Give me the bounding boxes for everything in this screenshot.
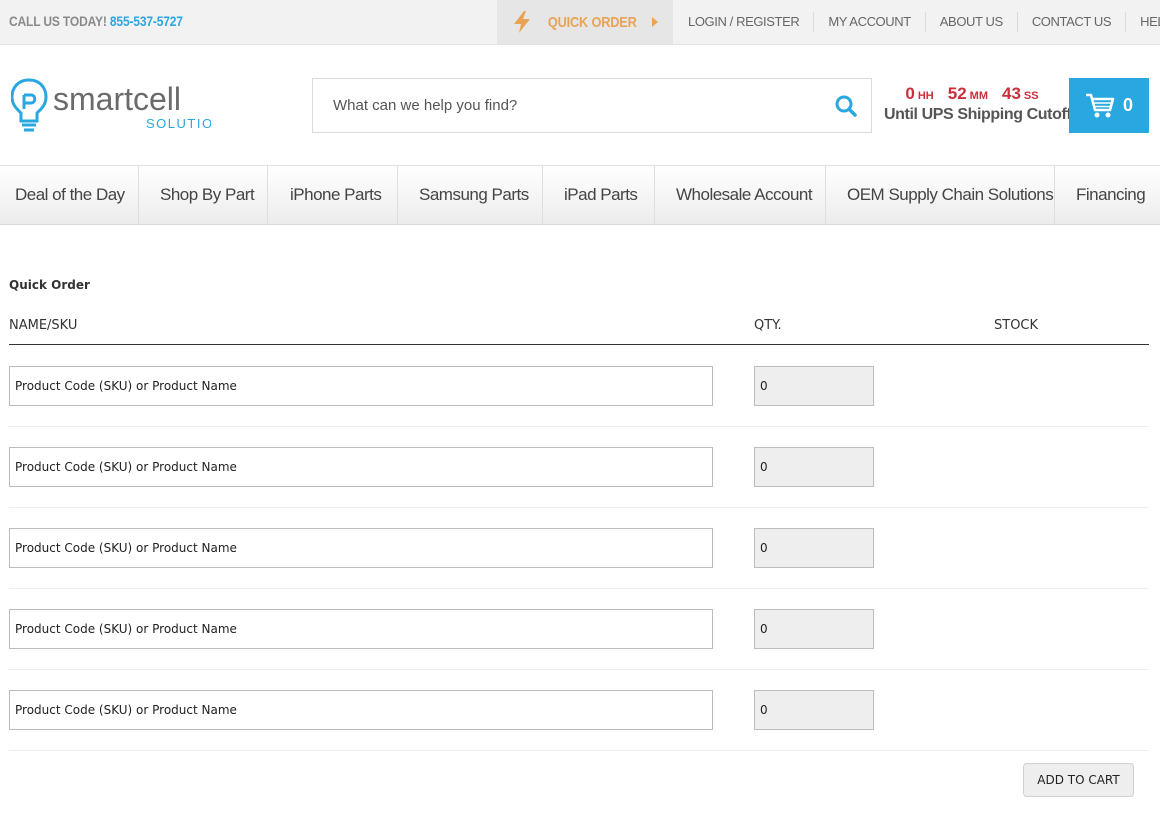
nav-divider <box>654 166 655 224</box>
nav-iphone-parts[interactable]: iPhone Parts <box>290 166 382 224</box>
contact-us-link[interactable]: CONTACT US <box>1018 12 1127 32</box>
nav-divider <box>267 166 268 224</box>
shopping-cart-icon <box>1085 93 1115 117</box>
main-nav: Deal of the Day Shop By Part iPhone Part… <box>0 165 1160 225</box>
search-box <box>312 78 872 133</box>
logo-wordmark: smartcell <box>53 81 181 117</box>
nav-divider <box>138 166 139 224</box>
column-header-name-sku: NAME/SKU <box>9 318 78 333</box>
my-account-link[interactable]: MY ACCOUNT <box>814 12 926 32</box>
call-us-label: CALL US TODAY! <box>9 13 107 29</box>
shipping-countdown: 0 HH 52 MM 43 SS Until UPS Shipping Cutoff <box>884 84 1072 124</box>
nav-financing[interactable]: Financing <box>1076 166 1146 224</box>
caret-right-icon <box>652 17 659 27</box>
header-divider <box>9 344 1149 345</box>
nav-ipad-parts[interactable]: iPad Parts <box>564 166 638 224</box>
logo-tagline: SOLUTIONS <box>146 116 211 131</box>
logo-graphic: smartcell SOLUTIONS <box>10 78 233 132</box>
product-sku-input[interactable] <box>9 366 713 406</box>
quick-order-row <box>9 508 1149 589</box>
product-sku-input[interactable] <box>9 690 713 730</box>
login-register-link[interactable]: LOGIN / REGISTER <box>674 12 815 32</box>
search-icon[interactable] <box>835 95 857 117</box>
column-header-qty: QTY. <box>754 318 782 333</box>
quick-order-row <box>9 427 1149 508</box>
lightning-bolt-icon <box>513 11 530 33</box>
column-header-stock: STOCK <box>994 318 1039 333</box>
product-sku-input[interactable] <box>9 528 713 568</box>
quick-order-row <box>9 670 1149 751</box>
top-links: LOGIN / REGISTER MY ACCOUNT ABOUT US CON… <box>674 0 1160 44</box>
phone-number-link[interactable]: 855-537-5727 <box>110 13 183 29</box>
quick-order-row <box>9 589 1149 670</box>
cart-count: 0 <box>1122 95 1133 115</box>
nav-deal-of-the-day[interactable]: Deal of the Day <box>15 166 125 224</box>
quick-order-title: Quick Order <box>9 278 90 292</box>
nav-oem-supply-chain[interactable]: OEM Supply Chain Solutions <box>847 166 1054 224</box>
call-us: CALL US TODAY! 855-537-5727 <box>9 13 183 29</box>
help-faq-link[interactable]: HELP/FAQ <box>1126 12 1160 32</box>
quick-order-row <box>9 346 1149 427</box>
nav-shop-by-part[interactable]: Shop By Part <box>160 166 255 224</box>
quantity-input[interactable] <box>754 690 874 730</box>
search-input[interactable] <box>313 79 813 132</box>
nav-wholesale-account[interactable]: Wholesale Account <box>676 166 813 224</box>
countdown-minutes: 52 <box>947 84 967 103</box>
product-sku-input[interactable] <box>9 609 713 649</box>
countdown-seconds: 43 <box>1002 84 1021 103</box>
quantity-input[interactable] <box>754 528 874 568</box>
nav-samsung-parts[interactable]: Samsung Parts <box>419 166 529 224</box>
quantity-input[interactable] <box>754 366 874 406</box>
nav-divider <box>825 166 826 224</box>
quick-order-button[interactable]: QUICK ORDER <box>497 0 673 44</box>
countdown-timer: 0 HH 52 MM 43 SS <box>884 84 1060 104</box>
countdown-seconds-unit: SS <box>1023 90 1039 102</box>
product-sku-input[interactable] <box>9 447 713 487</box>
nav-divider <box>1054 166 1055 224</box>
quick-order-label: QUICK ORDER <box>547 13 637 31</box>
cart-button[interactable]: 0 <box>1069 78 1149 133</box>
top-bar: CALL US TODAY! 855-537-5727 QUICK ORDER … <box>0 0 1160 45</box>
about-us-link[interactable]: ABOUT US <box>926 12 1018 32</box>
quantity-input[interactable] <box>754 447 874 487</box>
shipping-cutoff-label: Until UPS Shipping Cutoff <box>884 106 1072 123</box>
quantity-input[interactable] <box>754 609 874 649</box>
countdown-hours: 0 <box>905 84 915 103</box>
nav-divider <box>397 166 398 224</box>
countdown-minutes-unit: MM <box>969 90 988 102</box>
nav-divider <box>542 166 543 224</box>
add-to-cart-button[interactable]: ADD TO CART <box>1023 763 1134 797</box>
smartcell-logo[interactable]: smartcell SOLUTIONS <box>10 77 233 134</box>
countdown-hours-unit: HH <box>917 90 934 102</box>
